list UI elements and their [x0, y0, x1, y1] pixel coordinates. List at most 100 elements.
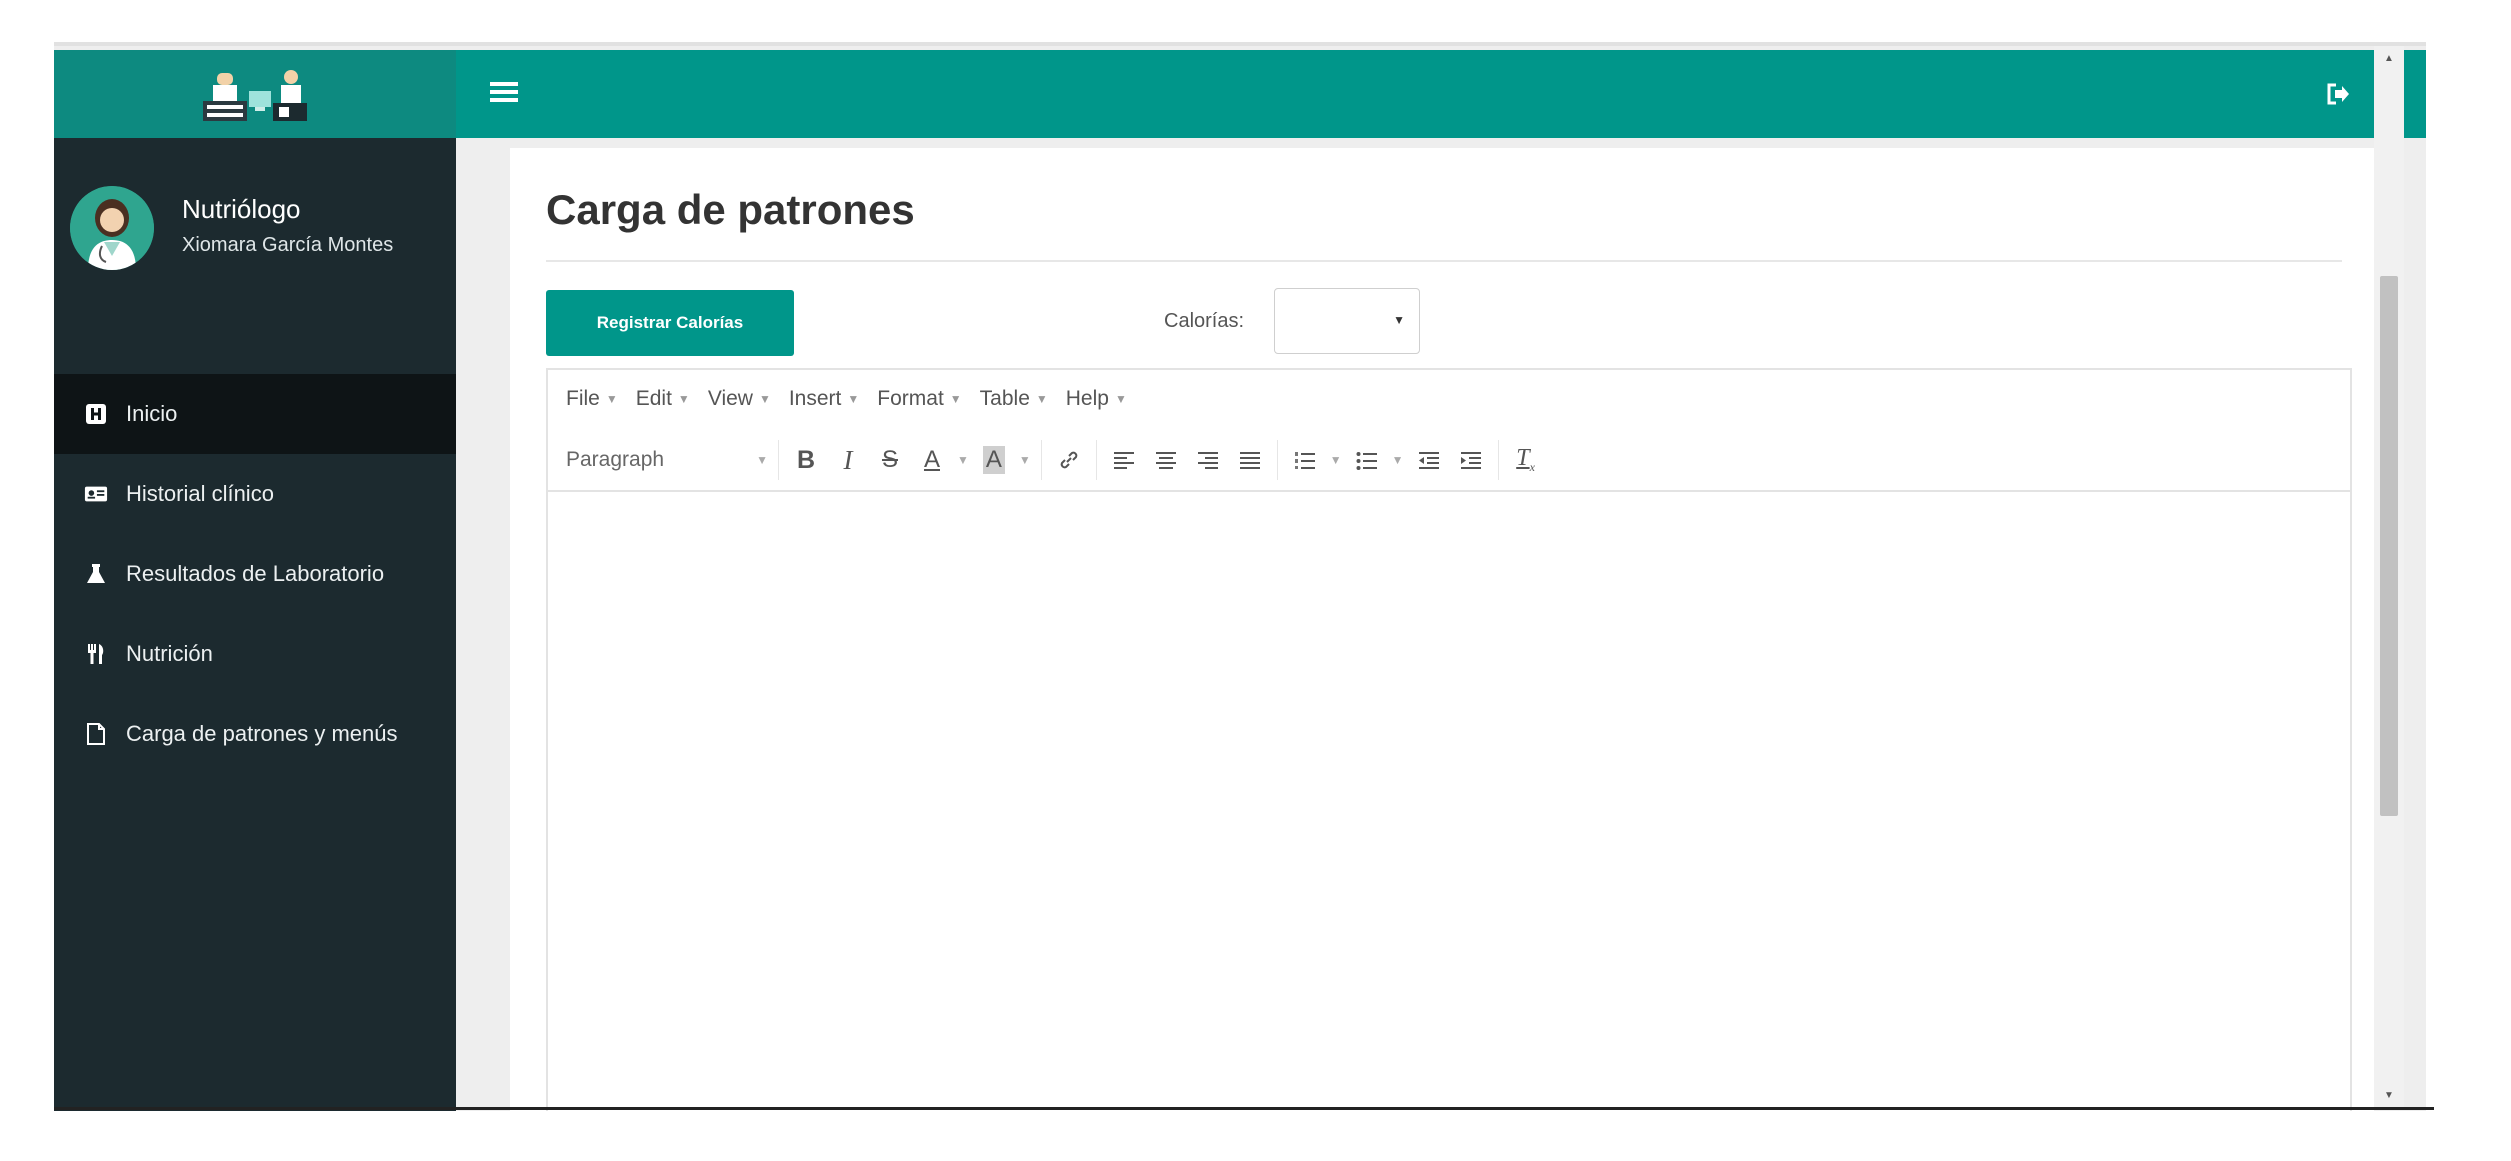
sidebar-item-resultados-laboratorio[interactable]: Resultados de Laboratorio — [54, 534, 456, 614]
logout-icon — [2327, 83, 2349, 105]
menu-edit[interactable]: Edit ▼ — [636, 387, 690, 411]
sidebar-item-label: Nutrición — [126, 641, 213, 666]
bullet-list-icon — [1356, 452, 1377, 470]
italic-icon: I — [843, 444, 853, 475]
clinic-logo-icon — [203, 70, 307, 121]
clear-formatting-icon: Tx — [1516, 445, 1535, 474]
align-center-button[interactable] — [1150, 442, 1182, 478]
file-icon — [84, 722, 108, 746]
sidebar-item-label: Carga de patrones y menús — [126, 721, 398, 746]
strikethrough-button[interactable]: S — [874, 442, 906, 478]
sidebar-item-nutricion[interactable]: Nutrición — [54, 614, 456, 694]
align-justify-button[interactable] — [1234, 442, 1266, 478]
text-color-icon: A — [923, 446, 940, 473]
background-color-button[interactable]: A — [978, 442, 1010, 478]
menu-file[interactable]: File ▼ — [566, 387, 618, 411]
chevron-down-icon: ▼ — [605, 392, 618, 406]
editor-content-area[interactable] — [548, 492, 2350, 1111]
outdent-icon — [1418, 452, 1439, 469]
align-left-icon — [1113, 452, 1134, 469]
indent-button[interactable] — [1455, 442, 1487, 478]
main-content: Carga de patrones Registrar Calorías Cal… — [510, 148, 2374, 1111]
calorias-label: Calorías: — [1164, 310, 1245, 332]
logout-button[interactable] — [2318, 74, 2358, 114]
chevron-down-icon: ▼ — [677, 392, 690, 406]
strikethrough-icon: S — [881, 446, 898, 473]
sidebar: Nutriólogo Xiomara García Montes Inicio — [54, 138, 456, 1111]
chevron-down-icon[interactable]: ▼ — [1019, 453, 1031, 467]
editor-toolbar: Paragraph ▼ B I S A ▼ A ▼ ▼ ▼ Tx — [548, 430, 2350, 492]
id-card-icon — [84, 482, 108, 506]
text-color-button[interactable]: A — [916, 442, 948, 478]
sidebar-item-carga-patrones[interactable]: Carga de patrones y menús — [54, 694, 456, 774]
page-scrollbar[interactable]: ▲ ▼ — [2374, 46, 2404, 1107]
utensils-icon — [84, 642, 108, 666]
align-justify-icon — [1239, 452, 1260, 469]
toolbar-separator — [1276, 440, 1278, 480]
hamburger-icon — [490, 82, 518, 102]
title-divider — [546, 260, 2342, 262]
bold-icon: B — [796, 445, 816, 474]
chevron-down-icon: ▼ — [949, 392, 962, 406]
scroll-up-arrow-icon[interactable]: ▲ — [2374, 46, 2404, 70]
register-calories-button[interactable]: Registrar Calorías — [546, 290, 794, 356]
sidebar-item-inicio[interactable]: Inicio — [54, 374, 456, 454]
link-button[interactable] — [1053, 442, 1085, 478]
indent-icon — [1460, 452, 1481, 469]
chevron-down-icon: ▼ — [1393, 313, 1405, 327]
menu-table[interactable]: Table ▼ — [980, 387, 1048, 411]
bold-button[interactable]: B — [790, 442, 822, 478]
rich-text-editor: File ▼ Edit ▼ View ▼ Insert ▼ Format ▼ Table ▼… — [546, 368, 2352, 1111]
sidebar-item-label: Historial clínico — [126, 481, 274, 506]
menu-view[interactable]: View ▼ — [708, 387, 771, 411]
app-frame: Nutriólogo Xiomara García Montes Inicio — [54, 42, 2426, 1111]
chevron-down-icon[interactable]: ▼ — [1392, 453, 1404, 467]
align-center-icon — [1155, 452, 1176, 469]
align-right-button[interactable] — [1192, 442, 1224, 478]
numbered-list-icon — [1294, 452, 1315, 469]
chevron-down-icon: ▼ — [1114, 392, 1127, 406]
toolbar-separator — [1095, 440, 1097, 480]
toolbar-separator — [1497, 440, 1499, 480]
italic-button[interactable]: I — [832, 442, 864, 478]
menu-insert[interactable]: Insert ▼ — [789, 387, 859, 411]
align-right-icon — [1197, 452, 1218, 469]
numbered-list-button[interactable] — [1289, 442, 1321, 478]
top-bar — [54, 50, 2426, 138]
menu-format[interactable]: Format ▼ — [877, 387, 961, 411]
clear-formatting-button[interactable]: Tx — [1510, 442, 1542, 478]
bullet-list-button[interactable] — [1351, 442, 1383, 478]
paragraph-format-value: Paragraph — [566, 448, 665, 471]
avatar — [70, 186, 154, 270]
menu-toggle-button[interactable] — [484, 72, 524, 112]
chevron-down-icon[interactable]: ▼ — [1330, 453, 1342, 467]
user-role: Nutriólogo — [182, 194, 301, 224]
paragraph-format-select[interactable]: Paragraph ▼ — [566, 442, 772, 478]
chevron-down-icon: ▼ — [758, 392, 771, 406]
user-panel: Nutriólogo Xiomara García Montes — [54, 138, 456, 312]
editor-menubar: File ▼ Edit ▼ View ▼ Insert ▼ Format ▼ Table ▼… — [548, 370, 2350, 428]
sidebar-item-label: Resultados de Laboratorio — [126, 561, 385, 586]
sidebar-item-label: Inicio — [126, 401, 178, 426]
scrollbar-thumb[interactable] — [2380, 276, 2398, 816]
logo[interactable] — [54, 50, 456, 138]
calorias-select[interactable]: ▼ — [1274, 288, 1420, 354]
chevron-down-icon[interactable]: ▼ — [957, 453, 969, 467]
page-title: Carga de patrones — [546, 186, 915, 233]
doctor-avatar-icon — [70, 186, 154, 270]
chevron-down-icon: ▼ — [756, 453, 768, 467]
align-left-button[interactable] — [1108, 442, 1140, 478]
window-bottom-edge — [54, 1107, 2434, 1110]
chevron-down-icon: ▼ — [847, 392, 860, 406]
background-color-icon: A — [982, 446, 1005, 474]
link-icon — [1060, 451, 1078, 469]
home-icon — [84, 402, 108, 426]
menu-help[interactable]: Help ▼ — [1066, 387, 1127, 411]
toolbar-separator — [1040, 440, 1042, 480]
user-name: Xiomara García Montes — [182, 234, 394, 256]
toolbar-separator — [778, 440, 779, 480]
flask-icon — [84, 562, 108, 586]
scroll-down-arrow-icon[interactable]: ▼ — [2374, 1083, 2404, 1107]
outdent-button[interactable] — [1413, 442, 1445, 478]
sidebar-item-historial-clinico[interactable]: Historial clínico — [54, 454, 456, 534]
